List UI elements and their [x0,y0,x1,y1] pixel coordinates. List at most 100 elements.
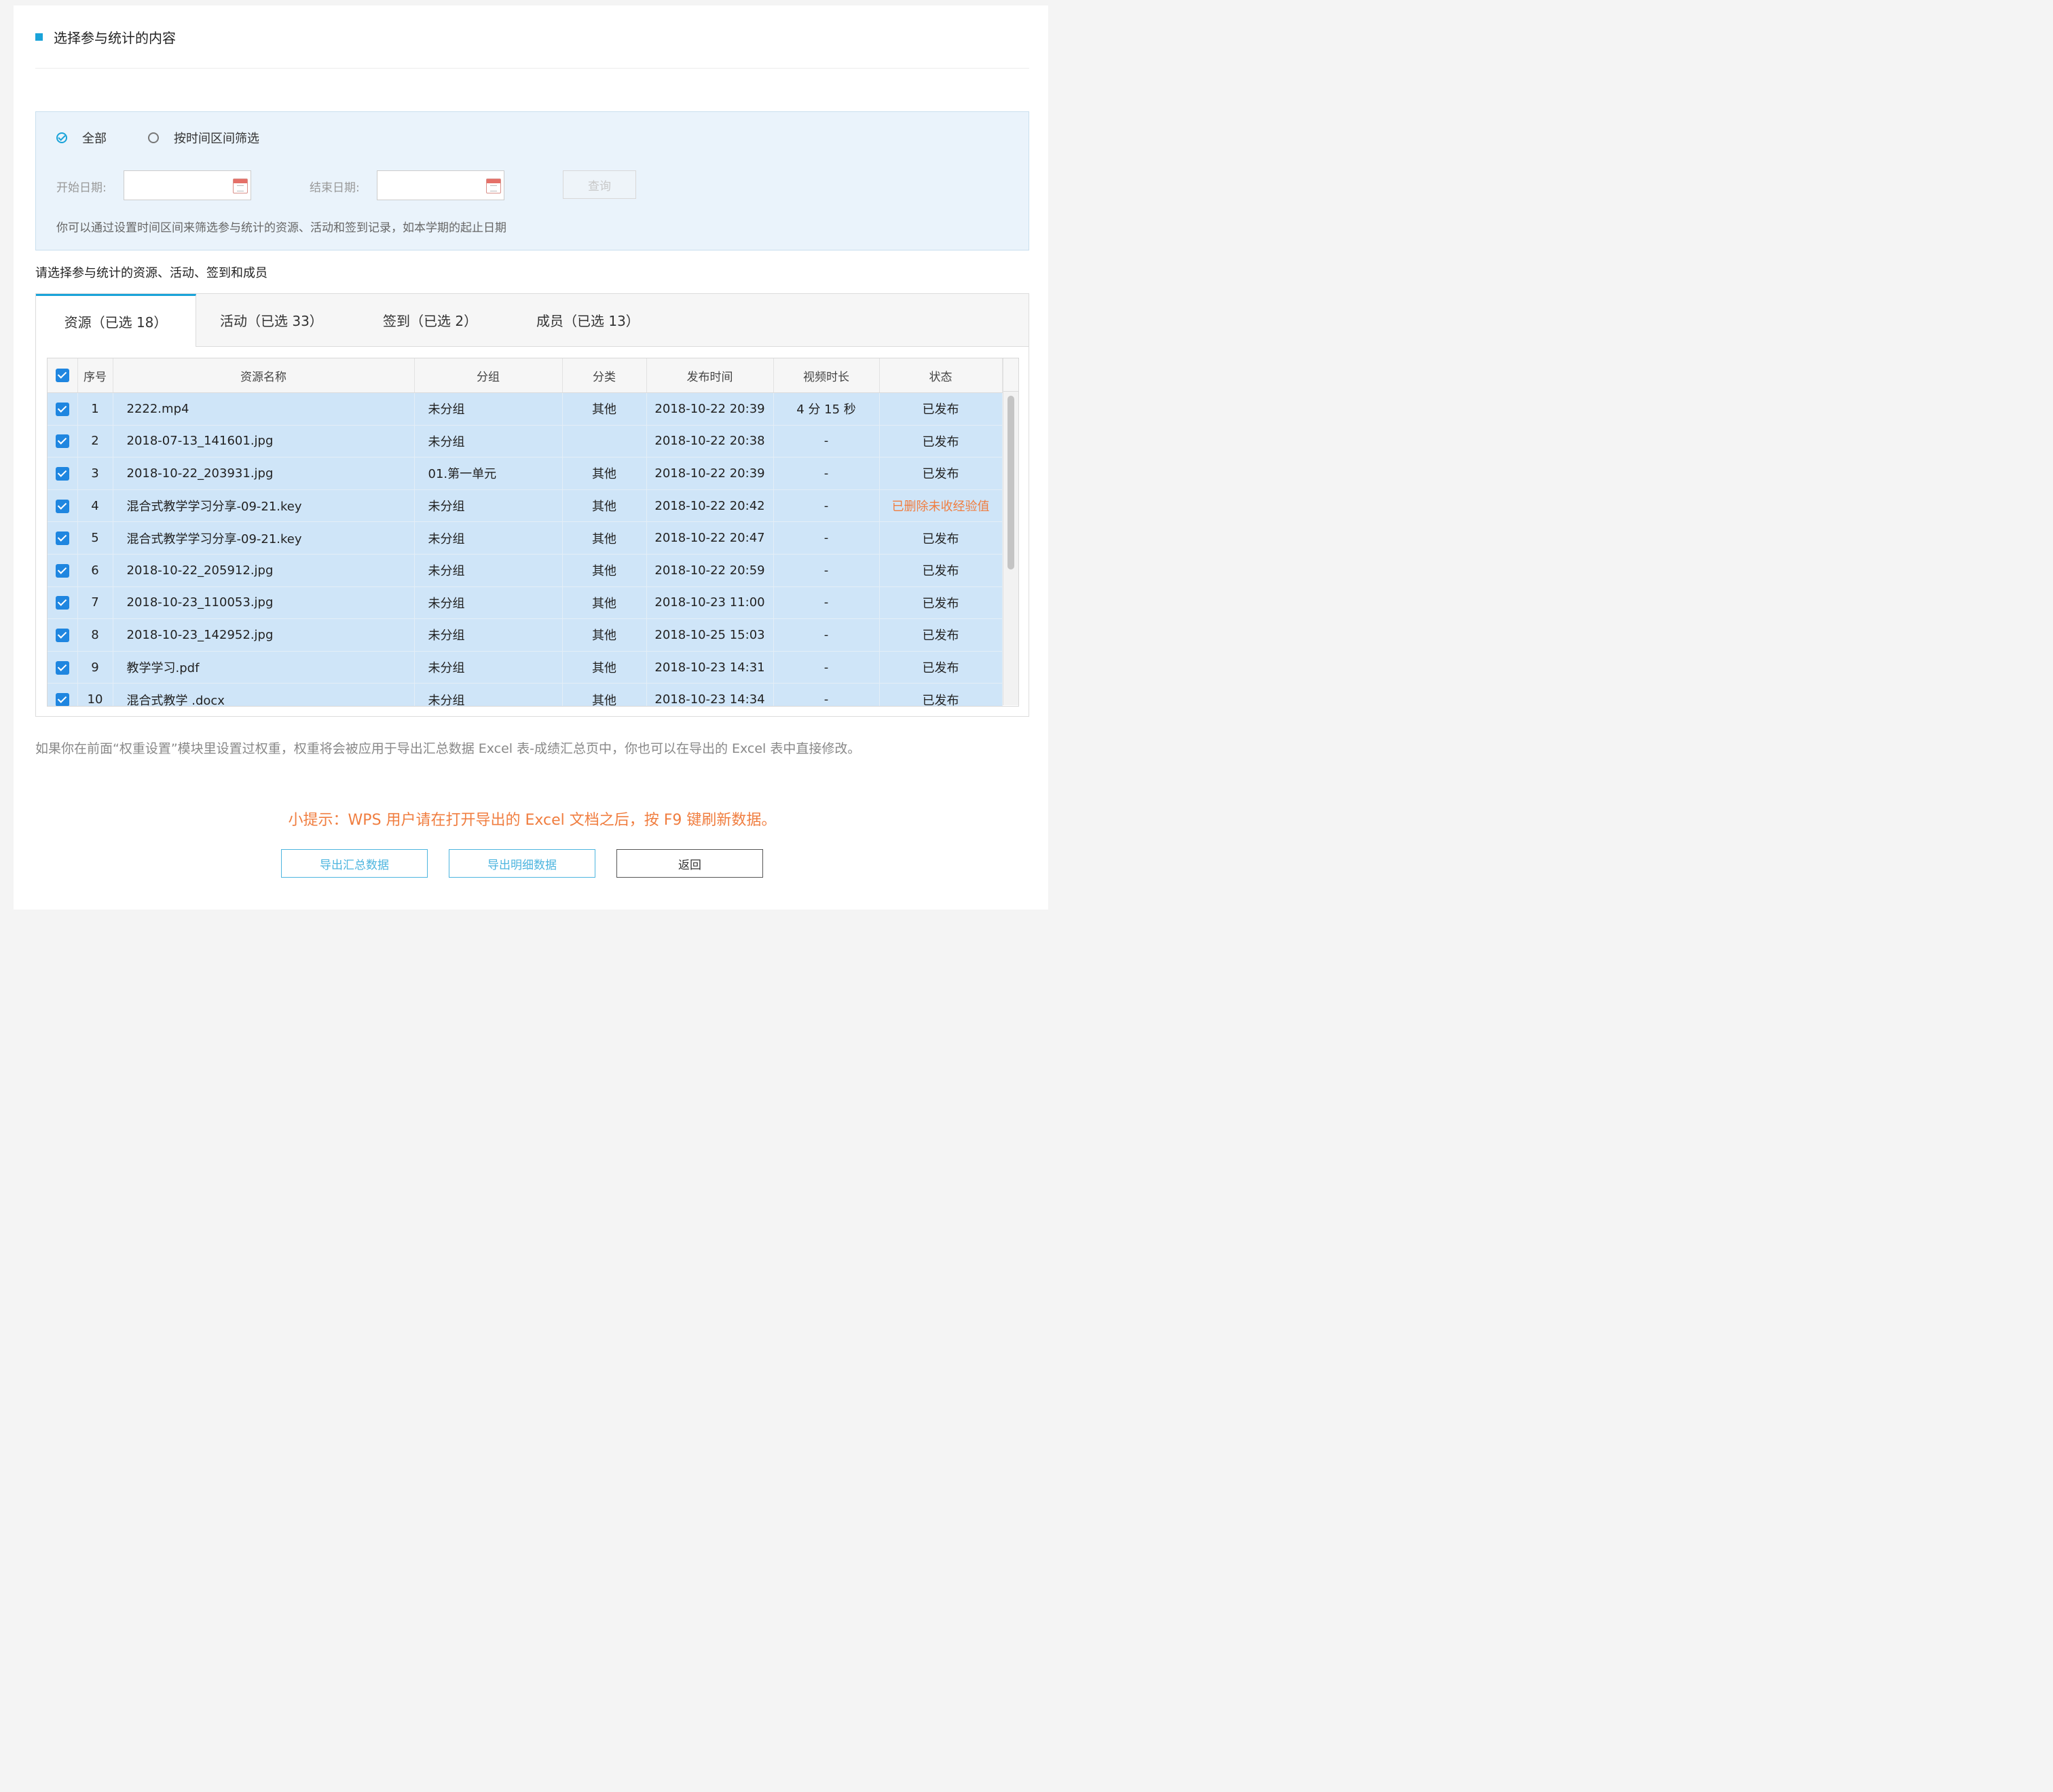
cell-no: 2 [77,425,113,458]
cell-no: 6 [77,554,113,587]
row-checkbox[interactable] [48,521,78,555]
column-header[interactable]: 分类 [562,358,647,393]
title-marker [35,33,43,41]
weight-note: 如果你在前面“权重设置”模块里设置过权重，权重将会被应用于导出汇总数据 Exce… [35,741,861,756]
table-row[interactable]: 7 2018-10-23_110053.jpg 未分组 其他 2018-10-2… [48,586,1003,620]
row-checkbox[interactable] [48,554,78,587]
row-checkbox[interactable] [48,586,78,620]
radio-all-label: 全部 [82,132,107,146]
cell-time: 2018-10-23 14:31 [646,651,774,684]
column-header[interactable]: 视频时长 [773,358,880,393]
column-header[interactable]: 资源名称 [113,358,415,393]
cell-category: 其他 [562,392,647,426]
table-row[interactable]: 3 2018-10-22_203931.jpg 01.第一单元 其他 2018-… [48,457,1003,490]
table-row[interactable]: 5 混合式教学学习分享-09-21.key 未分组 其他 2018-10-22 … [48,521,1003,555]
tab-resources[interactable]: 资源（已选 18） [36,294,196,347]
checkbox-checked-icon [55,369,69,382]
export-detail-button[interactable]: 导出明细数据 [449,849,595,878]
row-checkbox[interactable] [48,392,78,426]
tab-checkins[interactable]: 签到（已选 2） [383,294,477,346]
export-summary-button[interactable]: 导出汇总数据 [281,849,428,878]
select-all-checkbox[interactable] [48,358,78,393]
cell-no: 1 [77,392,113,426]
table-row[interactable]: 4 混合式教学学习分享-09-21.key 未分组 其他 2018-10-22 … [48,489,1003,523]
back-button[interactable]: 返回 [616,849,763,878]
cell-name: 教学学习.pdf [113,651,415,684]
table-row[interactable]: 8 2018-10-23_142952.jpg 未分组 其他 2018-10-2… [48,618,1003,652]
row-checkbox[interactable] [48,425,78,458]
cell-name: 混合式教学 .docx [113,683,415,706]
row-checkbox[interactable] [48,618,78,652]
cell-category: 其他 [562,618,647,652]
column-header[interactable]: 分组 [414,358,563,393]
scrollbar-thumb[interactable] [1007,396,1014,570]
cell-category [562,425,647,458]
end-date-label: 结束日期: [310,181,360,195]
cell-time: 2018-10-22 20:59 [646,554,774,587]
cell-no: 5 [77,521,113,555]
tab-bar: 资源（已选 18） 活动（已选 33） 签到（已选 2） 成员（已选 13） [36,294,1029,347]
row-checkbox[interactable] [48,651,78,684]
checkbox-checked-icon [55,660,69,675]
checkbox-checked-icon [55,596,69,610]
start-date-label: 开始日期: [56,181,107,195]
cell-status: 已发布 [879,554,1003,587]
table-row[interactable]: 9 教学学习.pdf 未分组 其他 2018-10-23 14:31 - 已发布 [48,651,1003,684]
cell-category: 其他 [562,651,647,684]
cell-group: 未分组 [414,392,563,426]
cell-duration: - [773,425,880,458]
cell-no: 3 [77,457,113,490]
cell-group: 01.第一单元 [414,457,563,490]
cell-no: 7 [77,586,113,620]
column-header[interactable]: 序号 [77,358,113,393]
cell-name: 2018-10-23_142952.jpg [113,618,415,652]
table-row[interactable]: 10 混合式教学 .docx 未分组 其他 2018-10-23 14:34 -… [48,683,1003,706]
cell-time: 2018-10-23 11:00 [646,586,774,620]
cell-time: 2018-10-25 15:03 [646,618,774,652]
table-row[interactable]: 2 2018-07-13_141601.jpg 未分组 2018-10-22 2… [48,425,1003,458]
cell-time: 2018-10-22 20:38 [646,425,774,458]
checkbox-checked-icon [55,531,69,546]
cell-name: 2018-10-22_205912.jpg [113,554,415,587]
start-date-input[interactable] [124,170,251,200]
cell-group: 未分组 [414,521,563,555]
radio-unchecked-icon [148,132,159,143]
tab-activities[interactable]: 活动（已选 33） [220,294,323,346]
cell-name: 2222.mp4 [113,392,415,426]
cell-status-deleted: 已删除未收经验值 [879,489,1003,523]
checkbox-checked-icon [55,499,69,513]
column-header[interactable]: 状态 [879,358,1003,393]
table-header-row: 序号 资源名称 分组 分类 发布时间 视频时长 状态 [48,358,1003,393]
radio-all[interactable]: 全部 [56,129,107,147]
calendar-icon[interactable] [233,179,248,193]
selection-tabs-panel: 资源（已选 18） 活动（已选 33） 签到（已选 2） 成员（已选 13） 序… [35,293,1029,717]
radio-time-range[interactable]: 按时间区间筛选 [148,129,259,147]
cell-status: 已发布 [879,457,1003,490]
cell-group: 未分组 [414,651,563,684]
row-checkbox[interactable] [48,457,78,490]
row-checkbox[interactable] [48,489,78,523]
cell-duration: - [773,521,880,555]
cell-group: 未分组 [414,554,563,587]
cell-category: 其他 [562,586,647,620]
row-checkbox[interactable] [48,683,78,706]
radio-checked-icon [56,132,67,143]
cell-category: 其他 [562,521,647,555]
end-date-input[interactable] [377,170,504,200]
table-scrollbar[interactable] [1003,392,1018,705]
cell-time: 2018-10-23 14:34 [646,683,774,706]
cell-time: 2018-10-22 20:47 [646,521,774,555]
cell-group: 未分组 [414,489,563,523]
cell-status: 已发布 [879,651,1003,684]
column-header[interactable]: 发布时间 [646,358,774,393]
checkbox-checked-icon [55,434,69,449]
calendar-icon[interactable] [486,179,501,193]
tab-members[interactable]: 成员（已选 13） [536,294,640,346]
table-row[interactable]: 1 2222.mp4 未分组 其他 2018-10-22 20:39 4 分 1… [48,392,1003,426]
table-row[interactable]: 6 2018-10-22_205912.jpg 未分组 其他 2018-10-2… [48,554,1003,587]
query-button[interactable]: 查询 [563,170,636,199]
checkbox-checked-icon [55,628,69,642]
cell-duration: - [773,651,880,684]
section-title: 选择参与统计的内容 [35,27,176,46]
cell-duration: - [773,586,880,620]
